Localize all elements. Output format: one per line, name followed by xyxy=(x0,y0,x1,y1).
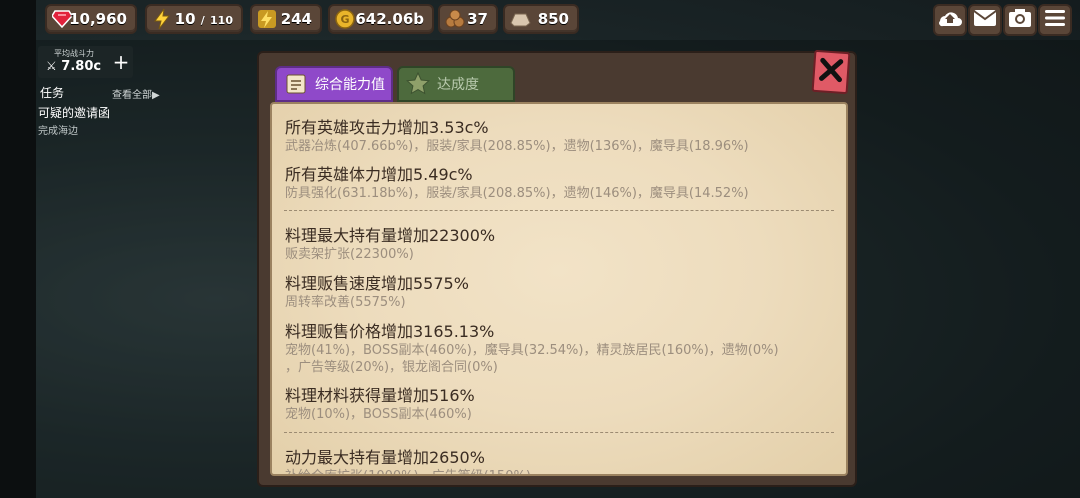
stat-detail: 周转率改善(5575%) xyxy=(285,295,406,310)
star-icon xyxy=(405,71,431,97)
average-power-label: 平均战斗力 xyxy=(54,49,94,58)
lightning-icon xyxy=(151,8,173,30)
quest-header: 任务 xyxy=(40,86,65,100)
tab-overall-stats[interactable]: 综合能力值 xyxy=(275,66,393,102)
lightning-badge-icon xyxy=(256,8,278,30)
gold-counter[interactable]: G 642.06b xyxy=(328,4,434,34)
add-button[interactable]: + xyxy=(110,52,132,74)
list-item: 料理贩售价格增加3165.13% 宠物(41%)，BOSS副本(460%)，魔导… xyxy=(285,318,779,376)
list-item: 料理贩售速度增加5575% 周转率改善(5575%) xyxy=(285,270,469,311)
list-item: 所有英雄体力增加5.49c% 防具强化(631.18b%)，服装/家具(208.… xyxy=(285,161,749,202)
wood-counter[interactable]: 37 xyxy=(438,4,498,34)
energy-counter[interactable]: 10 / 110 xyxy=(145,4,243,34)
menu-button[interactable] xyxy=(1038,4,1072,36)
list-item: 料理最大持有量增加22300% 贩卖架扩张(22300%) xyxy=(285,222,495,263)
stamina-value: 244 xyxy=(280,10,312,28)
stats-dialog: 综合能力值 达成度 所有英雄攻击力增加3.53c% 武器冶炼(407.66b%)… xyxy=(257,49,857,487)
gems-value: 10,960 xyxy=(69,10,127,28)
stamina-counter[interactable]: 244 xyxy=(250,4,322,34)
stat-detail: 宠物(41%)，BOSS副本(460%)，魔导具(32.54%)，精灵族居民(1… xyxy=(285,343,779,358)
list-item: 所有英雄攻击力增加3.53c% 武器冶炼(407.66b%)，服装/家具(208… xyxy=(285,114,749,155)
stat-detail: 宠物(10%)，BOSS副本(460%) xyxy=(285,407,472,422)
stone-counter[interactable]: 850 xyxy=(503,4,579,34)
energy-max: 110 xyxy=(210,14,233,27)
stat-title: 料理贩售速度增加5575% xyxy=(285,274,469,293)
quest-item-description: 完成海边 xyxy=(38,126,78,137)
close-icon xyxy=(817,56,845,88)
menu-icon xyxy=(1044,9,1066,31)
energy-current: 10 xyxy=(174,10,196,28)
gold-value: 642.06b xyxy=(355,10,424,28)
tab-overall-stats-label: 综合能力值 xyxy=(315,77,385,93)
stat-title: 所有英雄攻击力增加3.53c% xyxy=(285,118,489,137)
close-button[interactable] xyxy=(811,49,851,95)
stat-detail-continued: ，广告等级(20%)，银龙阁合同(0%) xyxy=(285,360,498,375)
mail-button[interactable] xyxy=(968,4,1002,36)
mail-icon xyxy=(973,9,997,31)
stat-detail: 防具强化(631.18b%)，服装/家具(208.85%)，遗物(146%)，魔… xyxy=(285,186,749,201)
stat-detail: 贩卖架扩张(22300%) xyxy=(285,247,414,262)
stat-title: 料理贩售价格增加3165.13% xyxy=(285,322,495,341)
list-item: 料理材料获得量增加516% 宠物(10%)，BOSS副本(460%) xyxy=(285,382,475,423)
scroll-icon xyxy=(283,71,309,97)
stat-title: 动力最大持有量增加2650% xyxy=(285,448,485,467)
divider xyxy=(284,432,834,433)
resource-bar: 10,960 10 / 110 244 G 642.06b 37 850 xyxy=(40,4,1080,36)
stat-title: 所有英雄体力增加5.49c% xyxy=(285,165,473,184)
left-edge-bar xyxy=(0,0,36,498)
stat-title: 料理材料获得量增加516% xyxy=(285,386,475,405)
tab-achievement[interactable]: 达成度 xyxy=(397,66,515,102)
list-item: 动力最大持有量增加2650% 补给仓库扩张(1000%)，广告等级(150%) xyxy=(285,444,531,474)
stone-ore-icon xyxy=(509,8,531,30)
average-power-value: 7.80c xyxy=(61,59,102,74)
crossed-swords-icon: ⚔ xyxy=(46,59,57,73)
wood-logs-icon xyxy=(444,8,466,30)
camera-button[interactable] xyxy=(1003,4,1037,36)
quest-item-title[interactable]: 可疑的邀请函 xyxy=(38,104,110,121)
stat-detail: 补给仓库扩张(1000%)，广告等级(150%) xyxy=(285,468,531,474)
home-button[interactable] xyxy=(933,4,967,36)
tab-achievement-label: 达成度 xyxy=(437,77,479,93)
stat-detail: 武器冶炼(407.66b%)，服装/家具(208.85%)，遗物(136%)，魔… xyxy=(285,139,749,154)
stat-title: 料理最大持有量增加22300% xyxy=(285,226,496,245)
divider xyxy=(284,210,834,211)
wood-value: 37 xyxy=(467,10,488,28)
svg-text:G: G xyxy=(340,13,349,26)
gold-coin-icon: G xyxy=(334,8,356,30)
energy-separator: / xyxy=(200,14,205,27)
gems-counter[interactable]: 10,960 xyxy=(45,4,137,34)
camera-icon xyxy=(1008,8,1032,32)
stone-value: 850 xyxy=(537,10,569,28)
quest-view-all-link[interactable]: 查看全部▶ xyxy=(112,86,160,101)
home-cloud-icon xyxy=(937,7,963,33)
stats-list-panel[interactable]: 所有英雄攻击力增加3.53c% 武器冶炼(407.66b%)，服装/家具(208… xyxy=(270,102,848,476)
